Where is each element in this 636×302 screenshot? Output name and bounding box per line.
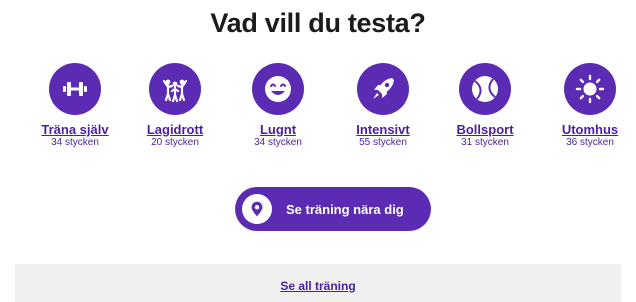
category-label[interactable]: Bollsport bbox=[435, 122, 535, 137]
category-label[interactable]: Utomhus bbox=[540, 122, 636, 137]
category-label[interactable]: Träna själv bbox=[25, 122, 125, 137]
category-count: 31 stycken bbox=[461, 137, 509, 148]
dumbbell-icon[interactable] bbox=[49, 63, 101, 115]
happy-face-icon[interactable] bbox=[252, 63, 304, 115]
category-count: 20 stycken bbox=[151, 137, 199, 148]
category-count: 55 stycken bbox=[359, 137, 407, 148]
category-label[interactable]: Intensivt bbox=[333, 122, 433, 137]
footer-bar: Se all träning bbox=[15, 264, 621, 302]
category-item-utomhus[interactable]: Utomhus 36 stycken bbox=[540, 63, 636, 149]
ball-icon[interactable] bbox=[459, 63, 511, 115]
see-all-training-link[interactable]: Se all träning bbox=[280, 279, 355, 293]
category-item-trana-sjalv[interactable]: Träna själv 34 stycken bbox=[25, 63, 125, 149]
category-item-intensivt[interactable]: Intensivt 55 stycken bbox=[333, 63, 433, 149]
page-title: Vad vill du testa? bbox=[210, 8, 426, 38]
rocket-icon[interactable] bbox=[357, 63, 409, 115]
category-count: 36 stycken bbox=[566, 137, 614, 148]
location-pin-icon bbox=[242, 194, 272, 224]
category-count: 34 stycken bbox=[254, 137, 302, 148]
team-cheer-icon[interactable] bbox=[149, 63, 201, 115]
category-item-lagidrott[interactable]: Lagidrott 20 stycken bbox=[125, 63, 225, 149]
find-training-nearby-label: Se träning nära dig bbox=[286, 201, 404, 217]
sun-icon[interactable] bbox=[564, 63, 616, 115]
category-item-lugnt[interactable]: Lugnt 34 stycken bbox=[228, 63, 328, 149]
find-training-nearby-button[interactable]: Se träning nära dig bbox=[235, 187, 431, 231]
category-label[interactable]: Lagidrott bbox=[125, 122, 225, 137]
category-item-bollsport[interactable]: Bollsport 31 stycken bbox=[435, 63, 535, 149]
category-label[interactable]: Lugnt bbox=[228, 122, 328, 137]
category-count: 34 stycken bbox=[51, 137, 99, 148]
